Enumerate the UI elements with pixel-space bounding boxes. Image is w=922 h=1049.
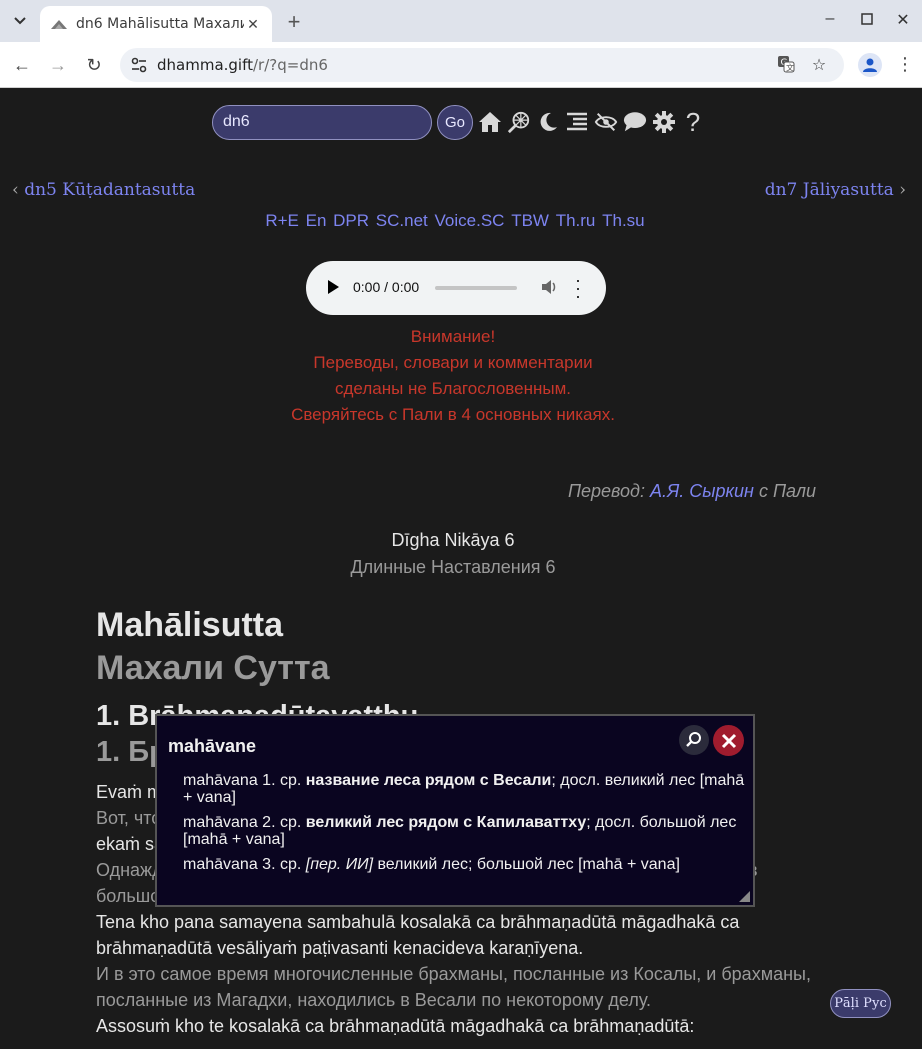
warning-line: Сверяйтесь с Пали в 4 основных никаях. xyxy=(291,405,615,424)
entry-meaning: название леса рядом с Весали xyxy=(305,772,552,789)
chevron-right-icon: › xyxy=(893,180,906,200)
prev-sutta-label: dn5 Kūṭadantasutta xyxy=(24,180,196,200)
audio-time: 0:00 / 0:00 xyxy=(353,279,420,295)
search-bar: Go ? xyxy=(212,104,705,140)
warning-line: сделаны не Благословенным. xyxy=(335,379,571,398)
link-tbw[interactable]: TBW xyxy=(511,211,549,230)
link-th-ru[interactable]: Th.ru xyxy=(556,211,596,230)
dictionary-entry: mahāvana 3. ср. [пер. ИИ] великий лес; б… xyxy=(183,856,753,873)
link-th-su[interactable]: Th.su xyxy=(602,211,645,230)
entry-headword: mahāvana 3. ср. xyxy=(183,856,302,873)
dictionary-entry: mahāvana 1. ср. название леса рядом с Ве… xyxy=(183,772,753,806)
search-input[interactable] xyxy=(212,104,432,140)
link-sc-net[interactable]: SC.net xyxy=(376,211,428,230)
tab-search-chevron-down-icon[interactable] xyxy=(8,10,32,32)
site-favicon-icon xyxy=(51,20,67,29)
maximize-icon[interactable] xyxy=(857,10,877,30)
verse-pali: Assosuṁ kho te kosalakā ca brāhmaṇadūtā … xyxy=(96,1016,695,1036)
chevron-left-icon: ‹ xyxy=(12,180,25,200)
entry-meaning: великий лес рядом с Капилаваттху xyxy=(305,814,587,831)
prev-sutta-link[interactable]: ‹ dn5 Kūṭadantasutta xyxy=(12,180,195,200)
back-icon[interactable]: ← xyxy=(9,52,35,78)
help-icon[interactable]: ? xyxy=(681,107,705,137)
reload-icon[interactable]: ↻ xyxy=(81,52,107,78)
entry-headword: mahāvana 1. ср. xyxy=(183,772,302,789)
window-close-icon[interactable]: ✕ xyxy=(893,10,913,30)
play-icon[interactable] xyxy=(328,280,339,294)
browser-tab[interactable]: dn6 Mahālisutta Махали ✕ xyxy=(40,6,272,42)
verse-ru: И в это самое время многочисленные брахм… xyxy=(96,964,811,1010)
url-path: /r/?q=dn6 xyxy=(253,56,328,74)
translation-prefix: Перевод: xyxy=(567,481,645,501)
warning-line: Внимание! xyxy=(410,327,496,346)
eye-off-icon[interactable] xyxy=(594,107,618,137)
dictionary-entries: mahāvana 1. ср. название леса рядом с Ве… xyxy=(183,772,753,881)
audio-player: 0:00 / 0:00 · · · xyxy=(306,261,606,315)
resize-handle-icon[interactable] xyxy=(739,891,750,902)
address-bar[interactable]: dhamma.gift/r/?q=dn6 G文 ☆ xyxy=(120,48,844,82)
site-info-icon[interactable] xyxy=(130,56,148,74)
entry-headword: mahāvana 2. ср. xyxy=(183,814,302,831)
warning-notice: Внимание! Переводы, словари и комментари… xyxy=(0,324,906,428)
home-icon[interactable] xyxy=(478,107,502,137)
tab-close-icon[interactable]: ✕ xyxy=(244,16,262,33)
popup-close-button[interactable] xyxy=(713,725,744,756)
sutta-title: Mahālisutta xyxy=(96,606,284,644)
link-re[interactable]: R+E xyxy=(265,211,299,230)
url-text[interactable]: dhamma.gift/r/?q=dn6 xyxy=(157,56,328,74)
next-sutta-link[interactable]: dn7 Jāliyasutta › xyxy=(765,180,906,200)
translate-icon[interactable]: G文 xyxy=(776,55,796,78)
forward-icon[interactable]: → xyxy=(45,52,71,78)
sutta-title-ru: Махали Сутта xyxy=(96,649,330,687)
translation-credit: Перевод: А.Я. Сыркин с Пали xyxy=(568,481,816,502)
page-content: Go ? ‹ dn5 Kūṭadantasutta xyxy=(0,88,922,1049)
tab-strip: dn6 Mahālisutta Махали ✕ + – ✕ xyxy=(0,0,922,42)
verse-pali: Tena kho pana samayena sambahulā kosalak… xyxy=(96,912,740,958)
browser-menu-more-icon[interactable]: ⋮ xyxy=(896,54,914,74)
collection-title-ru: Длинные Наставления 6 xyxy=(350,557,556,577)
next-sutta-label: dn7 Jāliyasutta xyxy=(764,180,894,200)
comment-icon[interactable] xyxy=(623,107,647,137)
source-links: R+E En DPR SC.net Voice.SC TBW Th.ru Th.… xyxy=(0,211,910,231)
moon-icon[interactable] xyxy=(536,107,560,137)
collection-title: Dīgha Nikāya 6 xyxy=(391,530,515,550)
close-icon xyxy=(721,733,736,748)
link-voice-sc[interactable]: Voice.SC xyxy=(435,211,505,230)
dictionary-popup[interactable]: mahāvane mahāvana 1. ср. название леса р… xyxy=(155,714,755,907)
search-icon xyxy=(686,732,701,747)
volume-icon[interactable] xyxy=(540,278,558,296)
entry-details: великий лес; большой лес [mahā + vana] xyxy=(373,856,680,873)
popup-search-button[interactable] xyxy=(679,725,709,755)
profile-icon[interactable] xyxy=(858,53,882,77)
language-toggle-button[interactable]: Pāḷi Рус xyxy=(830,989,891,1018)
gear-icon[interactable] xyxy=(652,107,676,137)
audio-more-icon[interactable]: · · · xyxy=(574,271,582,305)
browser-toolbar: ← → ↻ dhamma.gift/r/?q=dn6 G文 ☆ ⋮ xyxy=(0,42,922,88)
link-dpr[interactable]: DPR xyxy=(333,211,369,230)
dharma-wheel-icon[interactable] xyxy=(507,107,531,137)
bookmark-star-icon[interactable]: ☆ xyxy=(809,55,829,75)
translator-link[interactable]: А.Я. Сыркин xyxy=(650,481,754,501)
list-icon[interactable] xyxy=(565,107,589,137)
warning-line: Переводы, словари и комментарии xyxy=(313,353,593,372)
go-button[interactable]: Go xyxy=(437,104,473,140)
svg-text:文: 文 xyxy=(786,63,794,73)
new-tab-plus-icon[interactable]: + xyxy=(282,9,306,35)
translation-suffix: с Пали xyxy=(758,481,816,501)
dictionary-entry: mahāvana 2. ср. великий лес рядом с Капи… xyxy=(183,814,753,848)
minimize-icon[interactable]: – xyxy=(820,10,840,28)
link-en[interactable]: En xyxy=(306,211,327,230)
url-host: dhamma.gift xyxy=(157,56,253,74)
tab-title: dn6 Mahālisutta Махали xyxy=(76,16,244,32)
audio-seek-slider[interactable] xyxy=(435,286,517,290)
popup-word: mahāvane xyxy=(168,736,257,756)
entry-ai-note: [пер. ИИ] xyxy=(305,856,374,873)
